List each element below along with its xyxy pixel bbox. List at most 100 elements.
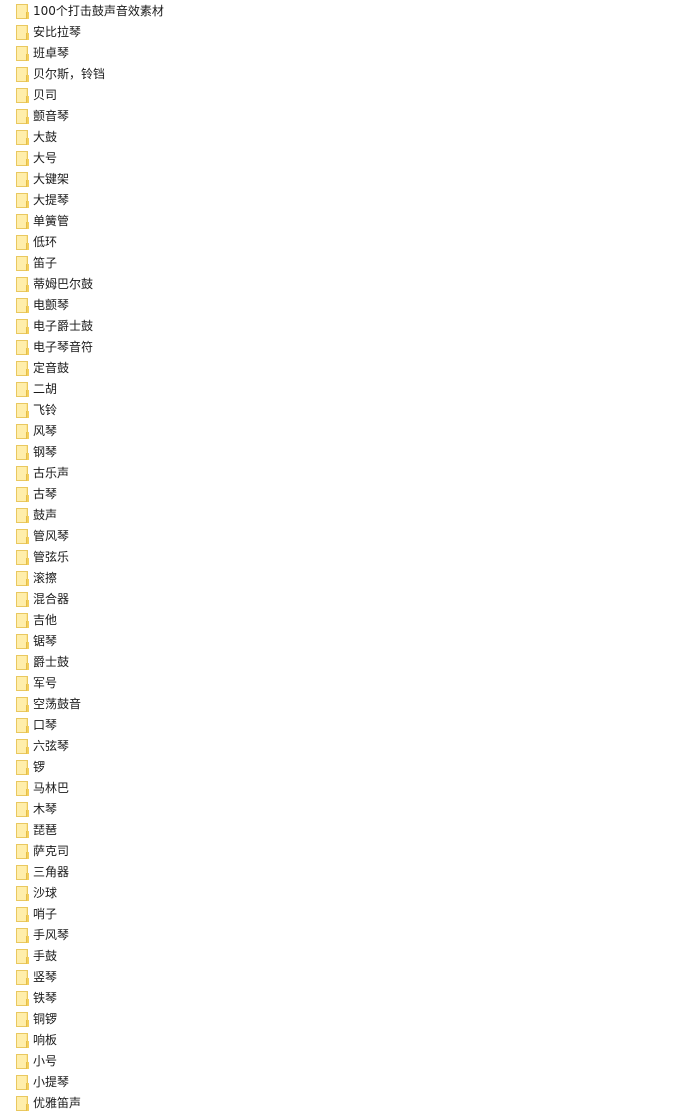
folder-item[interactable]: 三角器	[0, 862, 700, 883]
folder-item[interactable]: 手鼓	[0, 946, 700, 967]
folder-name: 管风琴	[33, 529, 70, 543]
folder-name: 笛子	[33, 256, 58, 270]
folder-name: 100个打击鼓声音效素材	[33, 4, 164, 18]
folder-name: 管弦乐	[33, 550, 70, 564]
folder-item[interactable]: 响板	[0, 1030, 700, 1051]
folder-icon	[16, 424, 29, 439]
folder-item[interactable]: 木琴	[0, 799, 700, 820]
folder-item[interactable]: 管弦乐	[0, 547, 700, 568]
folder-name: 古琴	[33, 487, 58, 501]
folder-item[interactable]: 单簧管	[0, 211, 700, 232]
folder-icon	[16, 865, 29, 880]
folder-name: 飞铃	[33, 403, 58, 417]
folder-item[interactable]: 贝尔斯，铃铛	[0, 64, 700, 85]
folder-name: 鼓声	[33, 508, 58, 522]
folder-icon	[16, 739, 29, 754]
folder-icon	[16, 781, 29, 796]
folder-item[interactable]: 电颤琴	[0, 295, 700, 316]
folder-item[interactable]: 飞铃	[0, 400, 700, 421]
folder-name: 钢琴	[33, 445, 58, 459]
folder-icon	[16, 445, 29, 460]
folder-icon	[16, 823, 29, 838]
folder-item[interactable]: 爵士鼓	[0, 652, 700, 673]
folder-item[interactable]: 电子琴音符	[0, 337, 700, 358]
folder-icon	[16, 67, 29, 82]
folder-item[interactable]: 颤音琴	[0, 106, 700, 127]
folder-item[interactable]: 钢琴	[0, 442, 700, 463]
folder-item[interactable]: 风琴	[0, 421, 700, 442]
folder-name: 电子爵士鼓	[33, 319, 94, 333]
folder-item[interactable]: 贝司	[0, 85, 700, 106]
folder-name: 竖琴	[33, 970, 58, 984]
folder-item[interactable]: 锯琴	[0, 631, 700, 652]
folder-item[interactable]: 萨克司	[0, 841, 700, 862]
folder-item[interactable]: 100个打击鼓声音效素材	[0, 1, 700, 22]
folder-icon	[16, 655, 29, 670]
folder-name: 小提琴	[33, 1075, 70, 1089]
folder-icon	[16, 676, 29, 691]
folder-name: 风琴	[33, 424, 58, 438]
folder-icon	[16, 928, 29, 943]
folder-name: 沙球	[33, 886, 58, 900]
folder-name: 手鼓	[33, 949, 58, 963]
folder-name: 安比拉琴	[33, 25, 82, 39]
folder-icon	[16, 1054, 29, 1069]
folder-item[interactable]: 六弦琴	[0, 736, 700, 757]
folder-icon	[16, 634, 29, 649]
folder-item[interactable]: 大提琴	[0, 190, 700, 211]
folder-icon	[16, 613, 29, 628]
folder-item[interactable]: 优雅笛声	[0, 1093, 700, 1114]
folder-item[interactable]: 鼓声	[0, 505, 700, 526]
folder-item[interactable]: 笛子	[0, 253, 700, 274]
folder-icon	[16, 382, 29, 397]
folder-item[interactable]: 琵琶	[0, 820, 700, 841]
folder-icon	[16, 907, 29, 922]
folder-item[interactable]: 滚擦	[0, 568, 700, 589]
folder-name: 二胡	[33, 382, 58, 396]
folder-item[interactable]: 军号	[0, 673, 700, 694]
folder-item[interactable]: 班卓琴	[0, 43, 700, 64]
folder-name: 颤音琴	[33, 109, 70, 123]
folder-item[interactable]: 定音鼓	[0, 358, 700, 379]
folder-item[interactable]: 哨子	[0, 904, 700, 925]
folder-item[interactable]: 小提琴	[0, 1072, 700, 1093]
folder-icon	[16, 550, 29, 565]
folder-name: 爵士鼓	[33, 655, 70, 669]
folder-item[interactable]: 大键架	[0, 169, 700, 190]
folder-item[interactable]: 电子爵士鼓	[0, 316, 700, 337]
folder-item[interactable]: 低环	[0, 232, 700, 253]
folder-item[interactable]: 沙球	[0, 883, 700, 904]
folder-item[interactable]: 混合器	[0, 589, 700, 610]
folder-name: 三角器	[33, 865, 70, 879]
folder-item[interactable]: 管风琴	[0, 526, 700, 547]
folder-item[interactable]: 大号	[0, 148, 700, 169]
folder-icon	[16, 319, 29, 334]
folder-item[interactable]: 马林巴	[0, 778, 700, 799]
folder-name: 大号	[33, 151, 58, 165]
folder-item[interactable]: 空荡鼓音	[0, 694, 700, 715]
folder-item[interactable]: 吉他	[0, 610, 700, 631]
folder-item[interactable]: 手风琴	[0, 925, 700, 946]
folder-item[interactable]: 古琴	[0, 484, 700, 505]
folder-name: 大鼓	[33, 130, 58, 144]
folder-icon	[16, 277, 29, 292]
folder-name: 哨子	[33, 907, 58, 921]
folder-icon	[16, 172, 29, 187]
folder-item[interactable]: 口琴	[0, 715, 700, 736]
folder-name: 大键架	[33, 172, 70, 186]
folder-item[interactable]: 铜锣	[0, 1009, 700, 1030]
folder-name: 小号	[33, 1054, 58, 1068]
folder-item[interactable]: 古乐声	[0, 463, 700, 484]
folder-icon	[16, 4, 29, 19]
folder-item[interactable]: 小号	[0, 1051, 700, 1072]
folder-item[interactable]: 蒂姆巴尔鼓	[0, 274, 700, 295]
folder-icon	[16, 970, 29, 985]
folder-item[interactable]: 铁琴	[0, 988, 700, 1009]
folder-item[interactable]: 二胡	[0, 379, 700, 400]
folder-item[interactable]: 安比拉琴	[0, 22, 700, 43]
folder-icon	[16, 760, 29, 775]
folder-icon	[16, 844, 29, 859]
folder-item[interactable]: 大鼓	[0, 127, 700, 148]
folder-item[interactable]: 锣	[0, 757, 700, 778]
folder-item[interactable]: 竖琴	[0, 967, 700, 988]
